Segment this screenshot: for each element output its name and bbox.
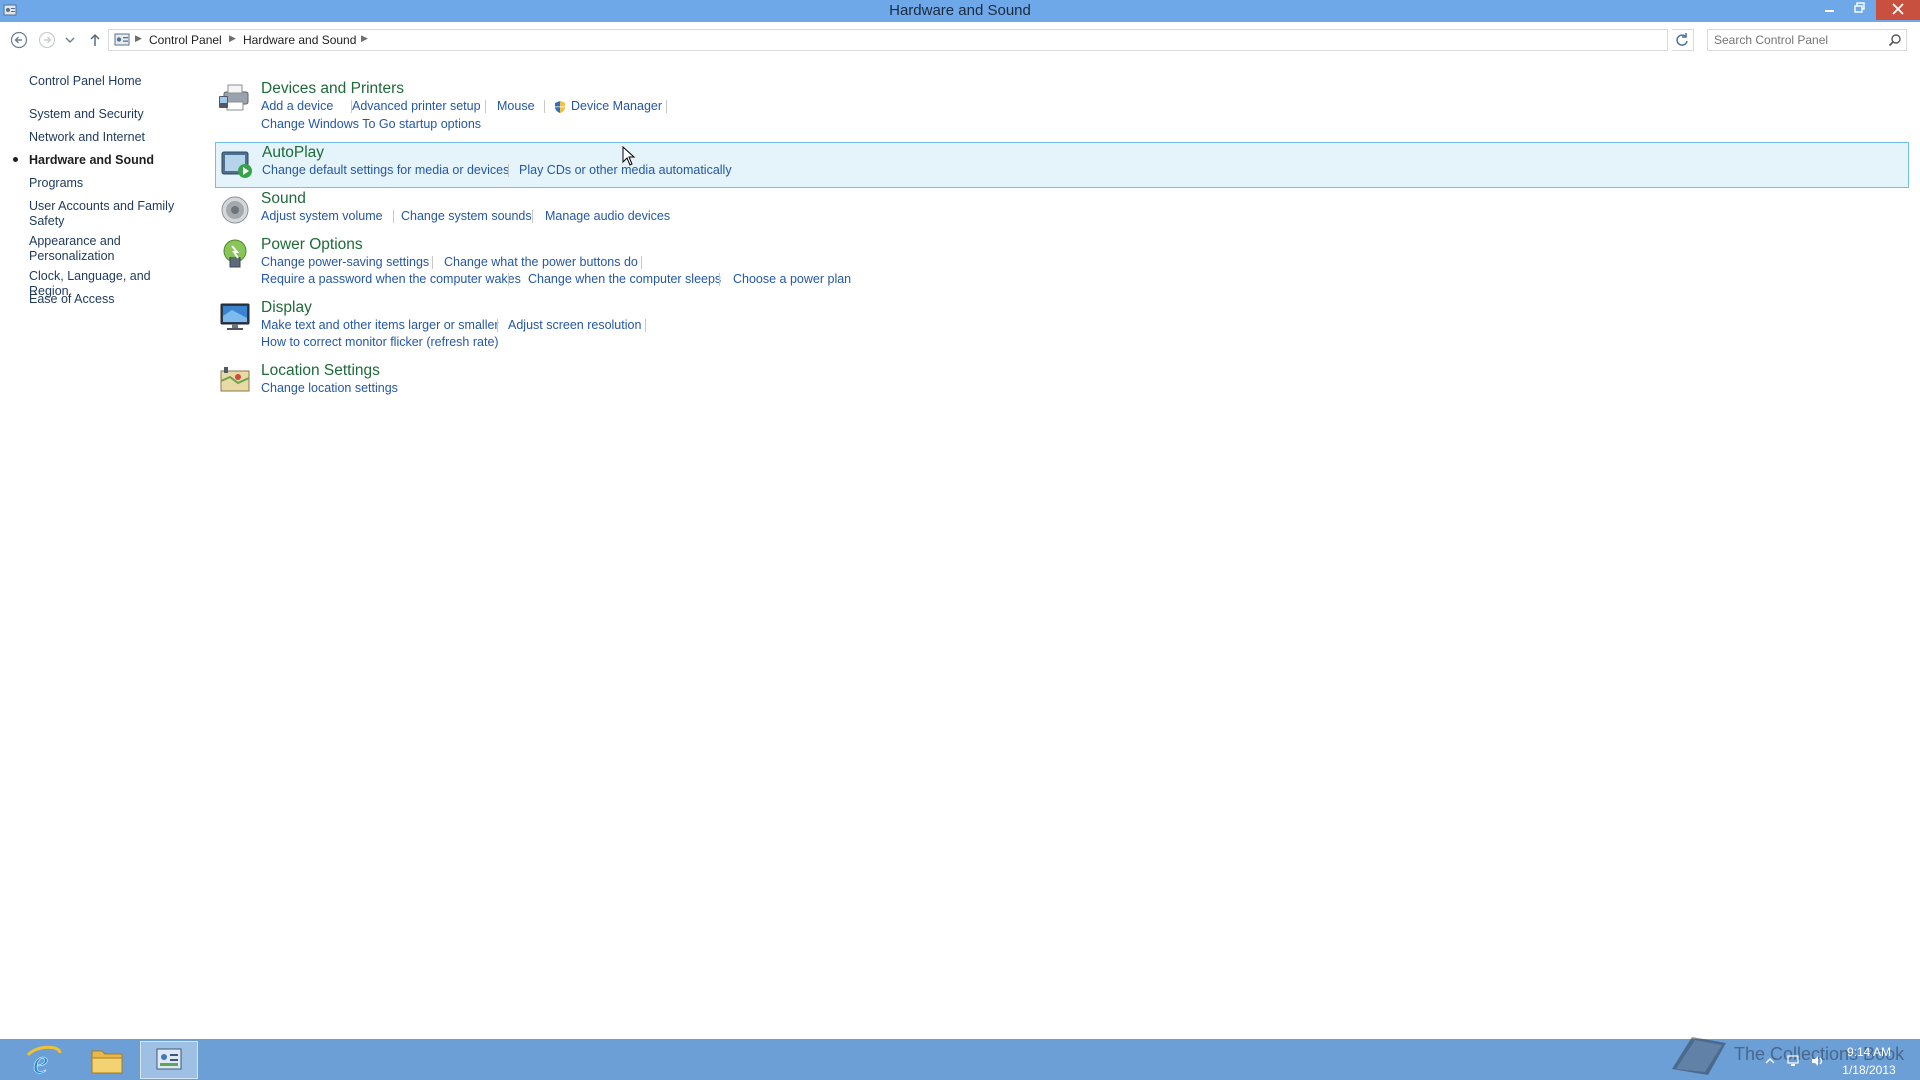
make-text-larger-link[interactable]: Make text and other items larger or smal… — [261, 318, 499, 332]
taskbar-file-explorer[interactable] — [78, 1041, 136, 1079]
autoplay-title[interactable]: AutoPlay — [262, 144, 324, 162]
show-hidden-icons-chevron-up-icon[interactable] — [1763, 1054, 1777, 1068]
change-default-media-settings-link[interactable]: Change default settings for media or dev… — [262, 163, 509, 177]
navigation-bar: ▶ Control Panel ▶ Hardware and Sound ▶ — [0, 28, 1920, 52]
link-divider — [393, 210, 394, 223]
add-a-device-link[interactable]: Add a device — [261, 99, 333, 113]
power-icon[interactable] — [218, 237, 252, 271]
control-panel-icon — [114, 33, 130, 46]
clock-time[interactable]: 9:14 AM — [1842, 1045, 1896, 1059]
breadcrumb-separator-icon[interactable]: ▶ — [361, 33, 368, 44]
category-location-settings: Location Settings Change location settin… — [215, 362, 1909, 402]
manage-audio-devices-link[interactable]: Manage audio devices — [545, 209, 670, 223]
link-divider — [532, 210, 533, 223]
power-options-title[interactable]: Power Options — [261, 236, 363, 254]
adjust-system-volume-link[interactable]: Adjust system volume — [261, 209, 383, 223]
taskbar: e — [0, 1039, 1920, 1080]
sidebar-item-hardware-and-sound[interactable]: Hardware and Sound — [29, 153, 189, 168]
recent-locations-chevron-down-icon[interactable] — [64, 31, 76, 49]
link-divider — [666, 100, 667, 113]
change-windows-to-go-link[interactable]: Change Windows To Go startup options — [261, 117, 481, 131]
breadcrumb-separator-icon[interactable]: ▶ — [135, 33, 142, 44]
link-divider — [508, 273, 509, 286]
up-arrow-icon[interactable] — [86, 31, 104, 49]
close-icon — [1892, 3, 1904, 15]
network-icon[interactable] — [1786, 1054, 1800, 1068]
forward-arrow-icon[interactable] — [38, 31, 56, 49]
display-title[interactable]: Display — [261, 299, 312, 317]
clock-date[interactable]: 1/18/2013 — [1836, 1063, 1902, 1077]
sidebar-item-programs[interactable]: Programs — [29, 176, 189, 191]
sound-title[interactable]: Sound — [261, 190, 306, 208]
restore-button[interactable] — [1846, 0, 1874, 20]
adjust-screen-resolution-link[interactable]: Adjust screen resolution — [508, 318, 641, 332]
current-page-bullet-icon — [13, 157, 18, 162]
volume-icon[interactable] — [1810, 1054, 1824, 1068]
search-box[interactable] — [1707, 29, 1907, 51]
link-divider — [719, 273, 720, 286]
file-explorer-icon — [91, 1050, 123, 1074]
link-divider — [508, 164, 509, 177]
sidebar-item-system-and-security[interactable]: System and Security — [29, 107, 189, 122]
location-settings-title[interactable]: Location Settings — [261, 362, 380, 380]
category-sound: Sound Adjust system volume Change system… — [215, 190, 1909, 230]
link-divider — [645, 319, 646, 332]
internet-explorer-icon: e — [26, 1044, 62, 1080]
breadcrumb-hardware-and-sound[interactable]: Hardware and Sound — [243, 33, 356, 47]
link-divider — [432, 256, 433, 269]
breadcrumb-control-panel[interactable]: Control Panel — [149, 33, 222, 47]
taskbar-internet-explorer[interactable]: e — [16, 1041, 74, 1080]
category-autoplay: AutoPlay Change default settings for med… — [215, 142, 1909, 188]
location-icon[interactable] — [218, 363, 252, 397]
link-divider — [544, 100, 545, 113]
category-display: Display Make text and other items larger… — [215, 299, 1909, 355]
require-password-on-wake-link[interactable]: Require a password when the computer wak… — [261, 272, 521, 286]
change-location-settings-link[interactable]: Change location settings — [261, 381, 398, 395]
taskbar-control-panel[interactable] — [140, 1041, 198, 1079]
sidebar-item-ease-of-access[interactable]: Ease of Access — [29, 292, 189, 307]
sidebar-item-appearance[interactable]: Appearance and Personalization — [29, 234, 189, 264]
advanced-printer-setup-link[interactable]: Advanced printer setup — [352, 99, 481, 113]
sidebar-item-user-accounts[interactable]: User Accounts and Family Safety — [29, 199, 189, 229]
mouse-cursor-icon — [622, 146, 636, 166]
link-divider — [641, 256, 642, 269]
refresh-icon — [1676, 33, 1688, 46]
uac-shield-icon — [555, 101, 565, 113]
back-arrow-icon[interactable] — [10, 31, 28, 49]
change-power-buttons-link[interactable]: Change what the power buttons do — [444, 255, 638, 269]
search-icon[interactable] — [1888, 33, 1902, 47]
change-system-sounds-link[interactable]: Change system sounds — [401, 209, 532, 223]
change-power-saving-settings-link[interactable]: Change power-saving settings — [261, 255, 429, 269]
address-box[interactable]: ▶ Control Panel ▶ Hardware and Sound ▶ — [108, 29, 1770, 51]
device-manager-link[interactable]: Device Manager — [571, 99, 662, 113]
title-bar: Hardware and Sound — [0, 0, 1920, 22]
devices-and-printers-title[interactable]: Devices and Printers — [261, 80, 404, 98]
breadcrumb-separator-icon[interactable]: ▶ — [229, 33, 236, 44]
sidebar-home-link[interactable]: Control Panel Home — [29, 74, 142, 88]
speaker-icon[interactable] — [218, 193, 252, 227]
choose-a-power-plan-link[interactable]: Choose a power plan — [733, 272, 851, 286]
category-power-options: Power Options Change power-saving settin… — [215, 236, 1909, 292]
refresh-button[interactable] — [1672, 29, 1694, 51]
window-title: Hardware and Sound — [889, 2, 1031, 19]
autoplay-icon[interactable] — [219, 147, 253, 181]
sidebar-item-network-and-internet[interactable]: Network and Internet — [29, 130, 189, 145]
search-input[interactable] — [1708, 30, 1878, 50]
minimize-icon — [1825, 10, 1834, 12]
mouse-link[interactable]: Mouse — [497, 99, 535, 113]
printer-icon[interactable] — [218, 80, 252, 114]
link-divider — [485, 100, 486, 113]
close-button[interactable] — [1876, 0, 1920, 20]
restore-icon — [1854, 2, 1865, 13]
change-when-computer-sleeps-link[interactable]: Change when the computer sleeps — [528, 272, 721, 286]
control-panel-icon — [156, 1048, 182, 1070]
minimize-button[interactable] — [1816, 0, 1844, 20]
category-devices-and-printers: Devices and Printers Add a device Advanc… — [215, 78, 1909, 136]
monitor-icon[interactable] — [218, 300, 252, 334]
monitor-flicker-link[interactable]: How to correct monitor flicker (refresh … — [261, 335, 499, 349]
link-divider — [497, 319, 498, 332]
